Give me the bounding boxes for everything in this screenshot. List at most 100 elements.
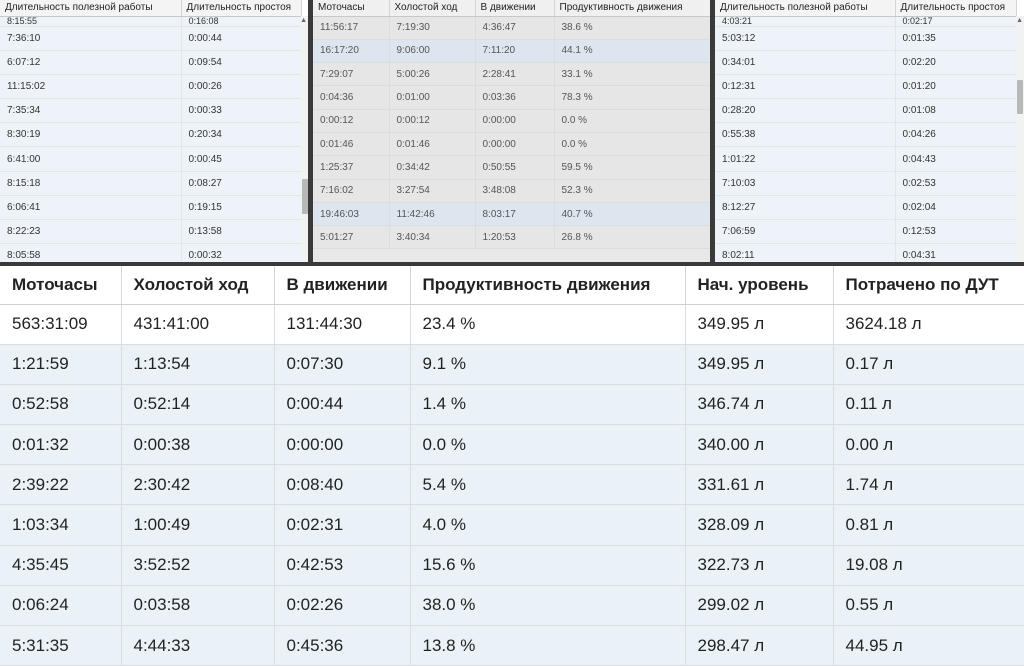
table-cell: 0:16:08 <box>181 16 302 27</box>
table-row[interactable]: 1:25:37 0:34:42 0:50:55 59.5 % <box>313 155 710 180</box>
table-cell: 0:50:55 <box>475 155 555 180</box>
scrollbar-thumb[interactable] <box>302 179 308 214</box>
table-row[interactable]: 7:06:59 0:12:53 <box>715 219 1017 245</box>
table-row[interactable]: 6:07:12 0:09:54 <box>0 50 302 75</box>
table-row[interactable]: 8:15:18 0:08:27 <box>0 171 302 196</box>
table-cell: 59.5 % <box>554 155 710 180</box>
table-cell: 1:01:22 <box>715 146 896 172</box>
table-cell: 0.0 % <box>410 424 686 466</box>
table-row[interactable]: 0:01:32 0:00:38 0:00:00 0.0 % 340.00 л 0.00 л <box>0 424 1024 466</box>
table-cell: 298.47 л <box>685 625 834 666</box>
scrollbar-thumb[interactable] <box>1017 80 1023 114</box>
table-row[interactable]: 6:41:00 0:00:45 <box>0 146 302 172</box>
column-header-in-motion[interactable]: В движении <box>475 0 555 17</box>
table-row[interactable]: 1:21:59 1:13:54 0:07:30 9.1 % 349.95 л 0.17 л <box>0 344 1024 385</box>
table-cell: 0:04:26 <box>895 122 1017 148</box>
column-header-idle-run[interactable]: Холостой ход <box>121 266 275 305</box>
table-row[interactable]: 2:39:22 2:30:42 0:08:40 5.4 % 331.61 л 1.74 л <box>0 464 1024 506</box>
table-row[interactable]: 11:56:17 7:19:30 4:36:47 38.6 % <box>313 16 710 40</box>
table-cell: 0:00:44 <box>274 384 411 426</box>
column-header-idle-run[interactable]: Холостой ход <box>389 0 476 17</box>
table-cell: 0:02:31 <box>274 504 411 546</box>
table-header-row: Длительность полезной работы Длительност… <box>715 0 1017 17</box>
table-row[interactable]: 8:30:19 0:20:34 <box>0 122 302 148</box>
table-cell: 1.4 % <box>410 384 686 426</box>
column-header-idle[interactable]: Длительность простоя <box>181 0 302 17</box>
column-header-idle[interactable]: Длительность простоя <box>895 0 1017 17</box>
column-header-in-motion[interactable]: В движении <box>274 266 411 305</box>
table-row[interactable]: 7:16:02 3:27:54 3:48:08 52.3 % <box>313 179 710 203</box>
table-row[interactable]: 16:17:20 9:06:00 7:11:20 44.1 % <box>313 39 710 64</box>
table-row[interactable]: 5:01:27 3:40:34 1:20:53 26.8 % <box>313 225 710 250</box>
table-row[interactable]: 0:55:38 0:04:26 <box>715 122 1017 148</box>
table-row[interactable]: 0:04:36 0:01:00 0:03:36 78.3 % <box>313 85 710 110</box>
table-row[interactable]: 0:12:31 0:01:20 <box>715 74 1017 100</box>
table-cell: 38.6 % <box>554 16 710 40</box>
table-row[interactable]: 1:01:22 0:04:43 <box>715 146 1017 172</box>
column-header-start-level[interactable]: Нач. уровень <box>685 266 834 305</box>
table-row[interactable]: 1:03:34 1:00:49 0:02:31 4.0 % 328.09 л 0.81 л <box>0 504 1024 546</box>
table-row[interactable]: 0:28:20 0:01:08 <box>715 98 1017 124</box>
table-cell: 8:03:17 <box>475 202 555 227</box>
scroll-up-arrow-icon[interactable]: ▲ <box>1016 17 1023 24</box>
table-row[interactable]: 8:12:27 0:02:04 <box>715 195 1017 221</box>
table-row[interactable]: 6:06:41 0:19:15 <box>0 195 302 221</box>
table-cell: 6:06:41 <box>0 195 182 221</box>
table-cell: 3:40:34 <box>389 225 476 250</box>
table-row[interactable]: 7:36:10 0:00:44 <box>0 26 302 51</box>
table-row[interactable]: 0:34:01 0:02:20 <box>715 50 1017 75</box>
table-cell: 0:13:58 <box>181 219 302 245</box>
table-row[interactable]: 4:03:21 0:02:17 <box>715 16 1017 27</box>
table-cell: 1:03:34 <box>0 504 122 546</box>
column-header-engine-hours[interactable]: Моточасы <box>313 0 390 17</box>
table-cell: 0:28:20 <box>715 98 896 124</box>
table-cell: 1:20:53 <box>475 225 555 250</box>
table-row[interactable]: 0:01:46 0:01:46 0:00:00 0.0 % <box>313 132 710 157</box>
table-row[interactable]: 8:05:58 0:00:32 <box>0 243 302 262</box>
table-cell: 1:00:49 <box>121 504 275 546</box>
table-row[interactable]: 0:06:24 0:03:58 0:02:26 38.0 % 299.02 л 0.55 … <box>0 585 1024 627</box>
table-cell: 0:01:46 <box>389 132 476 157</box>
table-cell: 40.7 % <box>554 202 710 227</box>
table-cell: 19:46:03 <box>313 202 390 227</box>
column-header-useful-work[interactable]: Длительность полезной работы <box>715 0 896 17</box>
table-row[interactable]: 8:22:23 0:13:58 <box>0 219 302 245</box>
column-header-engine-hours[interactable]: Моточасы <box>0 266 122 305</box>
table-cell: 0:01:46 <box>313 132 390 157</box>
table-row[interactable]: 0:52:58 0:52:14 0:00:44 1.4 % 346.74 л 0.11 л <box>0 384 1024 426</box>
middle-report-panel: Моточасы Холостой ход В движении Продукт… <box>313 0 710 262</box>
total-row[interactable]: 563:31:09 431:41:00 131:44:30 23.4 % 349.95 … <box>0 304 1024 345</box>
table-row[interactable]: 0:00:12 0:00:12 0:00:00 0.0 % <box>313 109 710 133</box>
table-cell: 0:00:00 <box>475 132 555 157</box>
table-cell: 7:06:59 <box>715 219 896 245</box>
total-cell: 349.95 л <box>685 304 834 345</box>
table-row[interactable]: 8:02:11 0:04:31 <box>715 243 1017 262</box>
table-cell: 346.74 л <box>685 384 834 426</box>
table-row[interactable]: 5:03:12 0:01:35 <box>715 26 1017 51</box>
table-cell: 331.61 л <box>685 464 834 506</box>
table-row[interactable]: 7:10:03 0:02:53 <box>715 171 1017 196</box>
table-row[interactable]: 11:15:02 0:00:26 <box>0 74 302 100</box>
table-cell: 0.0 % <box>554 109 710 133</box>
column-header-useful-work[interactable]: Длительность полезной работы <box>0 0 182 17</box>
vertical-scrollbar[interactable] <box>1016 16 1024 262</box>
table-row[interactable]: 7:35:34 0:00:33 <box>0 98 302 124</box>
table-cell: 0:06:24 <box>0 585 122 627</box>
table-row[interactable]: 19:46:03 11:42:46 8:03:17 40.7 % <box>313 202 710 227</box>
table-cell: 0:00:32 <box>181 243 302 262</box>
vertical-scrollbar[interactable] <box>301 16 308 262</box>
table-row[interactable]: 4:35:45 3:52:52 0:42:53 15.6 % 322.73 л 19.08… <box>0 545 1024 586</box>
column-header-motion-productivity[interactable]: Продуктивность движения <box>410 266 686 305</box>
right-report-panel: Длительность полезной работы Длительност… <box>715 0 1024 262</box>
table-row[interactable]: 7:29:07 5:00:26 2:28:41 33.1 % <box>313 62 710 87</box>
table-cell: 0:02:17 <box>895 16 1017 27</box>
scroll-up-arrow-icon[interactable]: ▲ <box>300 17 307 24</box>
table-cell: 0:01:00 <box>389 85 476 110</box>
table-cell: 3:27:54 <box>389 179 476 203</box>
table-cell: 0:00:38 <box>121 424 275 466</box>
table-row[interactable]: 8:15:55 0:16:08 <box>0 16 302 27</box>
column-header-motion-productivity[interactable]: Продуктивность движения <box>554 0 710 17</box>
column-header-fuel-spent[interactable]: Потрачено по ДУТ <box>833 266 1024 305</box>
table-cell: 0:19:15 <box>181 195 302 221</box>
table-row[interactable]: 5:31:35 4:44:33 0:45:36 13.8 % 298.47 л 44.95… <box>0 625 1024 666</box>
